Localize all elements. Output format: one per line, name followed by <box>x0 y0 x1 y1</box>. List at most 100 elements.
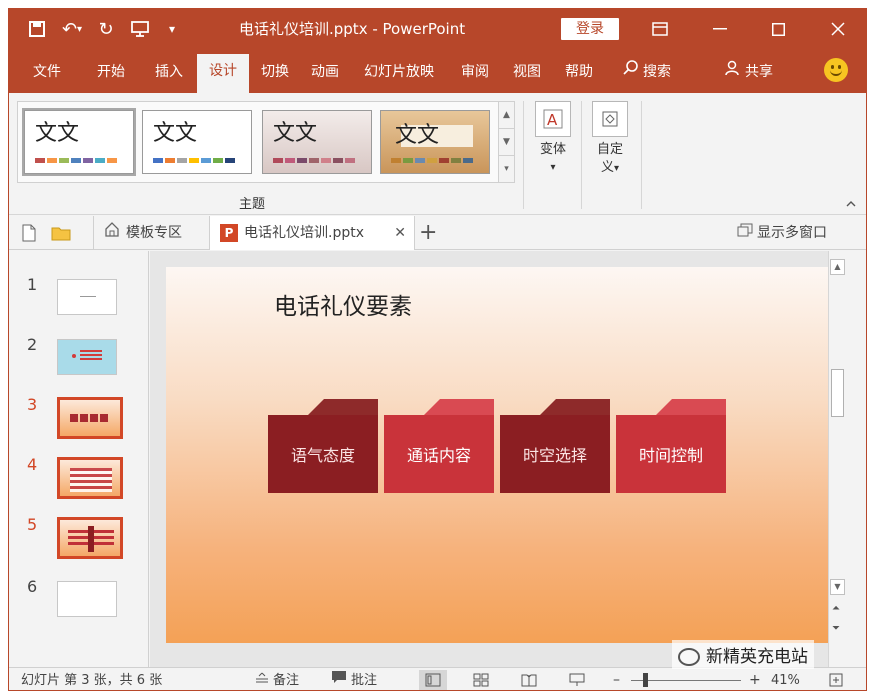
close-icon[interactable] <box>815 9 861 49</box>
gallery-down-icon[interactable]: ▼ <box>499 129 514 156</box>
folder-tab <box>308 399 378 415</box>
slide-counter: 幻灯片 第 3 张，共 6 张 <box>21 673 163 688</box>
scrollbar-thumb[interactable] <box>831 369 844 417</box>
theme-color-swatch <box>391 158 401 163</box>
folder-shape[interactable]: 时空选择 <box>500 399 610 493</box>
group-divider <box>523 101 524 209</box>
tab-design[interactable]: 设计 <box>197 54 249 94</box>
theme-option[interactable]: 文文 <box>142 110 252 174</box>
redo-icon[interactable]: ↻ <box>91 9 121 49</box>
slideshow-start-icon[interactable] <box>125 9 155 49</box>
slide-thumbnail-1[interactable] <box>57 279 117 315</box>
theme-color-swatch <box>59 158 69 163</box>
slide-title[interactable]: 电话礼仪要素 <box>274 287 412 321</box>
slide-thumbnail-2[interactable] <box>57 339 117 375</box>
slide-thumbnail-6[interactable] <box>57 581 117 617</box>
folder-tab <box>424 399 494 415</box>
customize-qat-icon[interactable]: ▾ <box>159 9 185 49</box>
document-tab[interactable]: P 电话礼仪培训.pptx ✕ <box>209 216 415 250</box>
theme-option[interactable]: 文文 <box>262 110 372 174</box>
folder-label: 时间控制 <box>616 415 726 493</box>
gallery-more-icon[interactable]: ▾ <box>499 156 514 183</box>
next-slide-icon[interactable]: ⏷ <box>832 623 840 634</box>
zoom-slider-thumb[interactable] <box>643 673 648 687</box>
theme-color-swatch <box>451 158 461 163</box>
tab-help[interactable]: 帮助 <box>555 55 603 93</box>
group-divider <box>641 101 642 209</box>
folder-tab <box>656 399 726 415</box>
undo-icon[interactable]: ↶ ▾ <box>55 9 89 49</box>
folder-shape[interactable]: 时间控制 <box>616 399 726 493</box>
folder-label: 时空选择 <box>500 415 610 493</box>
add-tab-icon[interactable]: + <box>419 216 443 250</box>
minimize-icon[interactable] <box>697 9 743 49</box>
slide-thumbnail-4[interactable] <box>57 457 123 499</box>
maximize-icon[interactable] <box>755 9 801 49</box>
save-icon[interactable] <box>23 9 51 49</box>
login-button[interactable]: 登录 <box>561 18 619 40</box>
search-button[interactable]: 搜索 <box>615 55 679 93</box>
ppt-file-icon: P <box>220 224 238 242</box>
folder-shape[interactable]: 语气态度 <box>268 399 378 493</box>
previous-slide-icon[interactable]: ⏶ <box>832 603 840 614</box>
feedback-smiley-icon[interactable] <box>824 58 848 82</box>
current-slide[interactable]: 电话礼仪要素 语气态度 通话内容 时空选择 时间控制 <box>166 267 832 643</box>
zoom-level[interactable]: 41% <box>771 668 800 690</box>
reading-view-icon[interactable] <box>515 670 543 690</box>
normal-view-icon[interactable] <box>419 670 447 690</box>
customize-button[interactable]: 自定 义▾ <box>585 101 635 178</box>
gallery-up-icon[interactable]: ▲ <box>499 102 514 129</box>
tab-view[interactable]: 视图 <box>503 55 551 93</box>
new-file-icon[interactable] <box>21 216 43 250</box>
customize-label: 自定 <box>596 142 623 157</box>
tab-home[interactable]: 开始 <box>85 55 137 93</box>
collapse-ribbon-icon[interactable] <box>846 197 856 211</box>
tab-review[interactable]: 审阅 <box>451 55 499 93</box>
folder-shape[interactable]: 通话内容 <box>384 399 494 493</box>
comments-button[interactable]: 批注 <box>331 668 377 690</box>
scroll-up-icon[interactable]: ▲ <box>830 259 845 275</box>
home-icon <box>104 216 120 250</box>
open-folder-icon[interactable] <box>51 216 75 250</box>
gallery-scroll[interactable]: ▲ ▼ ▾ <box>498 102 514 182</box>
share-button[interactable]: 共享 <box>717 55 781 93</box>
notes-label: 备注 <box>273 673 300 688</box>
fit-to-window-icon[interactable] <box>825 670 847 690</box>
window-title: 电话礼仪培训.pptx - PowerPoint <box>239 20 466 38</box>
slide-thumbnail-5[interactable] <box>57 517 123 559</box>
document-tab-bar: 模板专区 P 电话礼仪培训.pptx ✕ + 显示多窗口 <box>9 216 866 250</box>
ribbon-display-options-icon[interactable] <box>637 9 683 49</box>
theme-option[interactable]: 文文 <box>380 110 490 174</box>
show-multiple-windows-label: 显示多窗口 <box>757 225 827 241</box>
theme-color-swatch <box>297 158 307 163</box>
theme-color-swatch <box>201 158 211 163</box>
theme-color-swatch <box>107 158 117 163</box>
folder-tab <box>540 399 610 415</box>
tab-transitions[interactable]: 切换 <box>251 55 299 93</box>
theme-option[interactable]: 文文 <box>22 108 136 176</box>
close-tab-icon[interactable]: ✕ <box>394 216 406 250</box>
tab-file[interactable]: 文件 <box>21 55 73 93</box>
folder-label: 语气态度 <box>268 415 378 493</box>
slideshow-view-icon[interactable] <box>563 670 591 690</box>
thumbnail-number: 1 <box>27 275 38 294</box>
theme-color-swatch <box>345 158 355 163</box>
vertical-scrollbar[interactable]: ▲ ▼ ⏶ ⏷ <box>828 251 846 667</box>
theme-color-swatch <box>285 158 295 163</box>
thumbnail-number: 4 <box>27 455 38 474</box>
variants-label: 变体 <box>539 142 566 157</box>
folder-label: 通话内容 <box>384 415 494 493</box>
show-multiple-windows-button[interactable]: 显示多窗口 <box>737 216 857 250</box>
theme-color-swatch <box>189 158 199 163</box>
templates-tab[interactable]: 模板专区 <box>93 216 205 250</box>
slide-sorter-icon[interactable] <box>467 670 495 690</box>
tab-insert[interactable]: 插入 <box>143 55 195 93</box>
variants-button[interactable]: A 变体 ▾ <box>528 101 578 177</box>
zoom-in-button[interactable]: + <box>749 668 761 690</box>
notes-button[interactable]: 备注 <box>255 668 300 690</box>
slide-thumbnail-3[interactable] <box>57 397 123 439</box>
tab-slideshow[interactable]: 幻灯片放映 <box>353 55 445 93</box>
tab-animations[interactable]: 动画 <box>301 55 349 93</box>
zoom-out-button[interactable]: – <box>613 668 620 690</box>
scroll-down-icon[interactable]: ▼ <box>830 579 845 595</box>
